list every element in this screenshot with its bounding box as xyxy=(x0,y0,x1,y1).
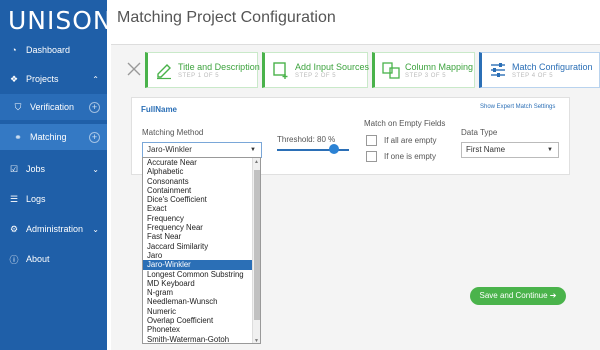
sidebar-item-matching[interactable]: ⚭ Matching + xyxy=(0,124,107,150)
app-logo: UNISON xyxy=(8,6,113,35)
data-type-value: First Name xyxy=(466,145,506,154)
save-and-continue-button[interactable]: Save and Continue ➔ xyxy=(470,287,566,305)
add-matching-icon[interactable]: + xyxy=(89,131,100,143)
sidebar-item-logs[interactable]: ☰ Logs xyxy=(0,186,107,212)
chevron-down-icon: ⌄ xyxy=(92,224,99,234)
dropdown-option[interactable]: MD Keyboard xyxy=(143,279,253,288)
dropdown-option[interactable]: Longest Common Substring xyxy=(143,270,253,279)
sidebar: UNISON ◔ Dashboard ❖ Projects ⌃ ⛉ Verifi… xyxy=(0,0,112,350)
sidebar-item-projects[interactable]: ❖ Projects ⌃ xyxy=(0,66,107,92)
dropdown-scrollbar[interactable]: ▲ ▼ xyxy=(252,158,260,343)
sidebar-item-label: Projects xyxy=(26,74,59,84)
if-one-empty-label: If one is empty xyxy=(384,152,437,161)
info-circle-icon: ⓘ xyxy=(9,254,19,265)
dropdown-option[interactable]: Overlap Coefficient xyxy=(143,316,253,325)
add-verification-icon[interactable]: + xyxy=(89,101,100,113)
links-icon: ⚭ xyxy=(14,131,22,142)
check-square-icon: ☑ xyxy=(9,163,19,174)
dropdown-option-selected[interactable]: Jaro-Winkler xyxy=(143,260,253,270)
step-sub: STEP 1 OF 5 xyxy=(178,73,220,79)
sidebar-item-jobs[interactable]: ☑ Jobs ⌄ xyxy=(0,156,107,182)
dropdown-option[interactable]: Alphabetic xyxy=(143,167,253,176)
step-match-configuration[interactable]: Match Configuration STEP 4 OF 5 xyxy=(479,52,600,88)
sidebar-item-administration[interactable]: ⚙ Administration ⌄ xyxy=(0,216,107,242)
step-title: Title and Description xyxy=(178,62,260,72)
step-title: Add Input Sources xyxy=(295,62,370,72)
add-source-icon xyxy=(273,62,288,79)
threshold-slider-handle[interactable] xyxy=(329,144,339,154)
dropdown-option[interactable]: Frequency xyxy=(143,214,253,223)
empty-fields-label: Match on Empty Fields xyxy=(364,119,446,128)
step-column-mapping[interactable]: Column Mapping STEP 3 OF 5 xyxy=(372,52,475,88)
matching-method-value: Jaro-Winkler xyxy=(147,145,192,154)
dropdown-option[interactable]: Smith-Waterman-Gotoh xyxy=(143,335,253,343)
dropdown-option[interactable]: Containment xyxy=(143,186,253,195)
dropdown-option[interactable]: Needleman-Wunsch xyxy=(143,297,253,306)
chevron-up-icon: ⌃ xyxy=(92,74,99,84)
arrow-right-icon: ➔ xyxy=(549,291,557,300)
sidebar-item-dashboard[interactable]: ◔ Dashboard xyxy=(0,37,107,63)
data-type-label: Data Type xyxy=(461,128,498,137)
scroll-down-icon[interactable]: ▼ xyxy=(254,338,259,343)
dropdown-option[interactable]: Jaro xyxy=(143,251,253,260)
step-input-sources[interactable]: Add Input Sources STEP 2 OF 5 xyxy=(262,52,370,88)
sidebar-item-label: Matching xyxy=(30,132,67,142)
sidebar-item-label: Jobs xyxy=(26,164,46,174)
edit-icon xyxy=(157,64,171,80)
expert-settings-link[interactable]: Show Expert Match Settings xyxy=(480,104,555,110)
dropdown-option[interactable]: Jaccard Similarity xyxy=(143,242,253,251)
sidebar-item-label: Dashboard xyxy=(26,45,71,55)
shield-check-icon: ⛉ xyxy=(14,101,22,112)
caret-down-icon: ▼ xyxy=(547,147,553,153)
step-sub: STEP 4 OF 5 xyxy=(512,73,554,79)
sliders-icon xyxy=(491,63,505,77)
matching-method-label: Matching Method xyxy=(142,128,204,137)
chevron-down-icon: ⌄ xyxy=(92,164,99,174)
dropdown-option[interactable]: Consonants xyxy=(143,177,253,186)
field-name: FullName xyxy=(141,105,178,114)
dropdown-option[interactable]: Numeric xyxy=(143,307,253,316)
step-title: Column Mapping xyxy=(405,62,474,72)
sliders-icon: ⚙ xyxy=(9,223,19,234)
list-icon: ☰ xyxy=(9,193,19,204)
step-sub: STEP 3 OF 5 xyxy=(405,73,447,79)
step-title-description[interactable]: Title and Description STEP 1 OF 5 xyxy=(145,52,260,88)
sidebar-item-label: Administration xyxy=(26,224,84,234)
sidebar-item-label: About xyxy=(26,254,50,264)
dropdown-option[interactable]: Exact xyxy=(143,204,253,213)
gauge-icon: ◔ xyxy=(11,45,17,55)
sidebar-item-label: Logs xyxy=(26,194,46,204)
sidebar-item-about[interactable]: ⓘ About xyxy=(0,246,107,272)
dropdown-option[interactable]: Frequency Near xyxy=(143,223,253,232)
page-title: Matching Project Configuration xyxy=(117,9,336,26)
matching-method-select[interactable]: Jaro-Winkler ▼ xyxy=(142,142,262,158)
threshold-label: Threshold: 80 % xyxy=(277,135,336,144)
dropdown-option[interactable]: Phonetex xyxy=(143,325,253,334)
close-icon[interactable] xyxy=(125,60,143,78)
dropdown-option[interactable]: Dice's Coefficient xyxy=(143,195,253,204)
dropdown-option[interactable]: N-gram xyxy=(143,288,253,297)
scrollbar-thumb[interactable] xyxy=(254,170,260,320)
if-all-empty-checkbox[interactable] xyxy=(366,135,377,146)
dropdown-option[interactable]: Accurate Near xyxy=(143,158,253,167)
if-all-empty-label: If all are empty xyxy=(384,136,437,145)
sidebar-item-label: Verification xyxy=(30,102,75,112)
caret-down-icon: ▼ xyxy=(250,147,256,153)
mapping-icon xyxy=(382,62,400,79)
cubes-icon: ❖ xyxy=(9,73,19,84)
step-sub: STEP 2 OF 5 xyxy=(295,73,337,79)
dropdown-option[interactable]: Fast Near xyxy=(143,232,253,241)
sidebar-item-verification[interactable]: ⛉ Verification + xyxy=(0,94,107,120)
wizard-steps: Title and Description STEP 1 OF 5 Add In… xyxy=(115,52,600,88)
save-button-label: Save and Continue xyxy=(479,291,548,300)
matching-method-dropdown: Accurate Near Alphabetic Consonants Cont… xyxy=(142,157,261,344)
if-one-empty-checkbox[interactable] xyxy=(366,151,377,162)
data-type-select[interactable]: First Name ▼ xyxy=(461,142,559,158)
scroll-up-icon[interactable]: ▲ xyxy=(254,159,259,165)
step-title: Match Configuration xyxy=(512,62,593,72)
